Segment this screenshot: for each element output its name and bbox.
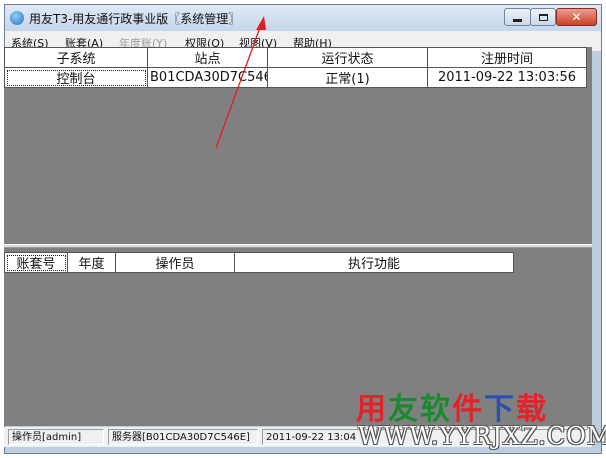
window-title: 用友T3-用友通行政事业版〖系统管理〗 <box>29 12 241 26</box>
column-header[interactable]: 年度 <box>67 252 116 273</box>
column-header[interactable]: 执行功能 <box>234 252 514 273</box>
table-cell[interactable]: B01CDA30D7C546E <box>147 67 268 88</box>
maximize-button[interactable] <box>530 8 556 26</box>
column-header[interactable]: 运行状态 <box>267 47 428 68</box>
close-icon: ✕ <box>571 10 582 24</box>
table-row[interactable]: 控制台 B01CDA30D7C546E 正常(1) 2011-09-22 13:… <box>4 67 587 88</box>
watermark: 用友软件下载 WWW.YYRJXZ.COM <box>356 384 606 456</box>
table-cell[interactable]: 正常(1) <box>267 67 428 88</box>
table-cell[interactable]: 控制台 <box>4 67 148 88</box>
table-header-row: 子系统 站点 运行状态 注册时间 <box>4 47 587 68</box>
close-button[interactable]: ✕ <box>556 8 597 26</box>
column-header[interactable]: 子系统 <box>4 47 148 68</box>
watermark-url: WWW.YYRJXZ.COM <box>358 422 606 450</box>
status-operator: 操作员[admin] <box>8 429 104 445</box>
minimize-button[interactable] <box>504 8 531 26</box>
subsystem-table: 子系统 站点 运行状态 注册时间 控制台 B01CDA30D7C546E 正常(… <box>4 47 587 88</box>
column-header[interactable]: 注册时间 <box>427 47 587 68</box>
task-table: 账套号 年度 操作员 执行功能 <box>4 252 514 273</box>
minimize-icon <box>513 19 522 22</box>
maximize-icon <box>538 13 548 21</box>
column-header[interactable]: 账套号 <box>4 252 68 273</box>
app-logo-icon <box>10 11 24 25</box>
status-server: 服务器[B01CDA30D7C546E] <box>108 429 258 445</box>
table-cell[interactable]: 2011-09-22 13:03:56 <box>427 67 587 88</box>
column-header[interactable]: 站点 <box>147 47 268 68</box>
table-header-row: 账套号 年度 操作员 执行功能 <box>4 252 514 273</box>
subsystem-panel: 子系统 站点 运行状态 注册时间 控制台 B01CDA30D7C546E 正常(… <box>4 47 592 244</box>
title-bar[interactable]: 用友T3-用友通行政事业版〖系统管理〗 ✕ <box>5 5 601 31</box>
column-header[interactable]: 操作员 <box>115 252 235 273</box>
